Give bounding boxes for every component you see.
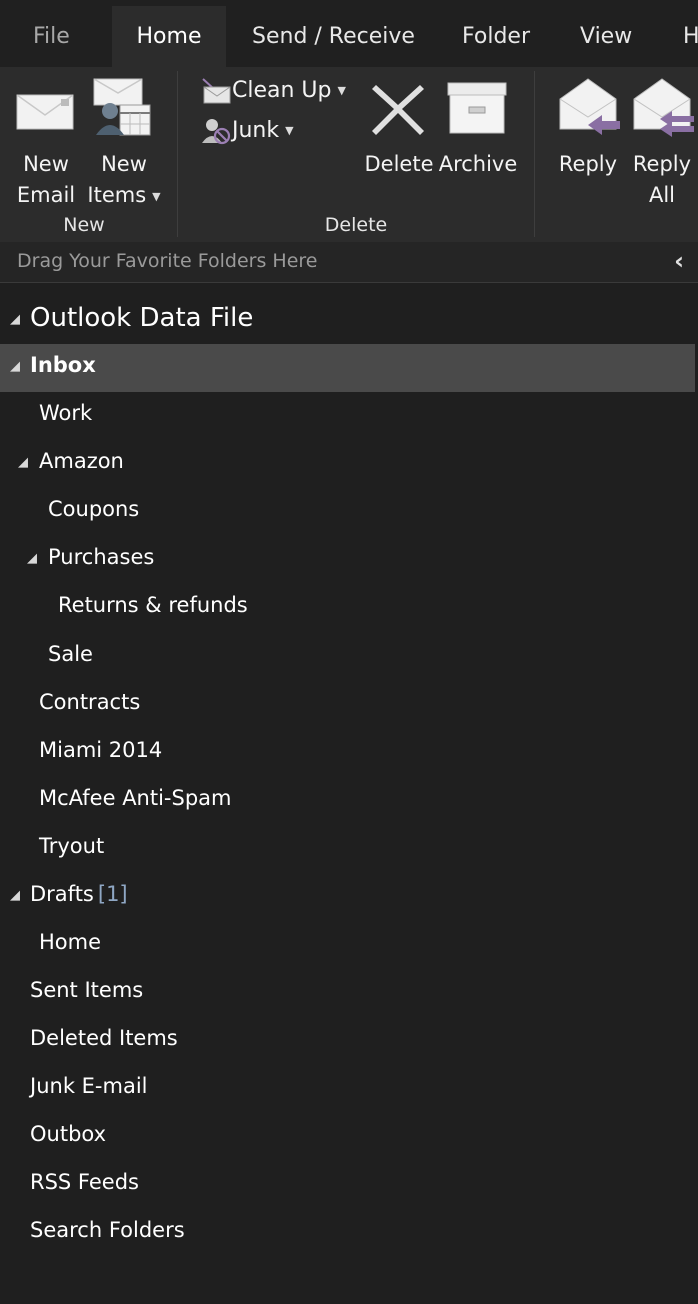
folder-label: Sale <box>48 642 93 666</box>
unread-count-badge: [1] <box>97 882 128 906</box>
ribbon-separator <box>534 71 535 237</box>
junk-button[interactable]: Junk ▼ <box>200 117 294 145</box>
dropdown-caret-icon: ▼ <box>285 124 294 137</box>
folder-contracts[interactable]: Contracts <box>0 681 695 729</box>
folder-label: Drafts <box>30 882 94 906</box>
folder-deleted-items[interactable]: Deleted Items <box>0 1017 695 1065</box>
folder-drafts[interactable]: ◢ Drafts [1] <box>0 873 695 921</box>
delete-button[interactable]: Delete <box>360 75 438 185</box>
folder-label: Purchases <box>48 545 155 569</box>
archive-button[interactable]: Archive <box>438 75 518 185</box>
expanded-triangle-icon[interactable]: ◢ <box>10 888 20 903</box>
folder-outbox[interactable]: Outbox <box>0 1113 695 1161</box>
archive-label: Archive <box>438 152 518 176</box>
clean-up-icon <box>202 78 231 104</box>
folder-label: Tryout <box>39 834 105 858</box>
clean-up-button[interactable]: Clean Up ▼ <box>200 77 346 105</box>
new-items-label-2: Items <box>87 183 147 207</box>
archive-box-icon <box>447 82 507 134</box>
tab-folder[interactable]: Folder <box>462 6 530 67</box>
reply-all-icon <box>633 78 694 137</box>
group-label-new: New <box>63 214 105 236</box>
new-email-button[interactable]: New Email <box>8 75 84 207</box>
reply-label: Reply <box>558 152 618 176</box>
new-email-label-1: New <box>23 152 69 176</box>
folder-root[interactable]: ◢ Outlook Data File <box>0 295 695 343</box>
folder-sale[interactable]: Sale <box>0 633 695 681</box>
chevron-left-icon[interactable]: ‹ <box>674 247 684 275</box>
folder-label: Outlook Data File <box>30 303 254 333</box>
envelope-icon <box>16 94 74 130</box>
reply-all-button[interactable]: Reply All <box>626 75 698 207</box>
folder-label: Deleted Items <box>30 1026 178 1050</box>
reply-all-label-1: Reply <box>632 152 692 176</box>
folder-sent-items[interactable]: Sent Items <box>0 969 695 1017</box>
folder-label: Returns & refunds <box>58 593 248 617</box>
folder-label: Search Folders <box>30 1218 185 1242</box>
folder-rss-feeds[interactable]: RSS Feeds <box>0 1161 695 1209</box>
group-label-delete: Delete <box>324 214 388 236</box>
expanded-triangle-icon[interactable]: ◢ <box>10 359 20 374</box>
folder-label: Inbox <box>30 353 96 377</box>
ribbon-separator <box>177 71 178 237</box>
folder-label: RSS Feeds <box>30 1170 139 1194</box>
folder-label: Outbox <box>30 1122 107 1146</box>
junk-icon <box>202 119 231 145</box>
delete-x-icon <box>372 85 424 135</box>
reply-button[interactable]: Reply <box>552 75 624 207</box>
folder-label: Miami 2014 <box>39 738 163 762</box>
delete-label: Delete <box>364 152 434 176</box>
folder-label: Junk E-mail <box>30 1074 148 1098</box>
folder-pane: ◢ Outlook Data File ◢ Inbox Work ◢ Amazo… <box>0 283 698 1304</box>
folder-junk-email[interactable]: Junk E-mail <box>0 1065 695 1113</box>
new-email-label-2: Email <box>16 183 76 207</box>
folder-inbox[interactable]: ◢ Inbox <box>0 344 695 392</box>
folder-returns-refunds[interactable]: Returns & refunds <box>0 584 695 632</box>
new-items-label-1: New <box>101 152 147 176</box>
folder-miami-2014[interactable]: Miami 2014 <box>0 729 695 777</box>
tab-view[interactable]: View <box>580 6 632 67</box>
clean-up-label: Clean Up <box>232 78 332 103</box>
tab-file[interactable]: File <box>33 6 70 67</box>
folder-label: McAfee Anti-Spam <box>39 786 232 810</box>
reply-all-label-2: All <box>648 183 676 207</box>
folder-mcafee-anti-spam[interactable]: McAfee Anti-Spam <box>0 777 695 825</box>
dropdown-caret-icon: ▼ <box>152 189 161 203</box>
favorites-placeholder: Drag Your Favorite Folders Here <box>17 250 318 272</box>
new-items-icon <box>93 78 151 136</box>
folder-label: Coupons <box>48 497 140 521</box>
expanded-triangle-icon[interactable]: ◢ <box>10 312 20 327</box>
reply-icon <box>559 78 620 135</box>
folder-search-folders[interactable]: Search Folders <box>0 1209 695 1257</box>
folder-tryout[interactable]: Tryout <box>0 825 695 873</box>
ribbon-tab-strip: File Home Send / Receive Folder View H <box>0 0 698 67</box>
folder-purchases[interactable]: ◢ Purchases <box>0 536 695 584</box>
ribbon: New Email New Items ▼ New Clean Up ▼ Jun… <box>0 67 698 242</box>
tab-help[interactable]: H <box>683 6 698 67</box>
folder-coupons[interactable]: Coupons <box>0 488 695 536</box>
folder-label: Work <box>39 401 93 425</box>
folder-amazon[interactable]: ◢ Amazon <box>0 440 695 488</box>
tab-home[interactable]: Home <box>112 6 226 67</box>
folder-home[interactable]: Home <box>0 921 695 969</box>
expanded-triangle-icon[interactable]: ◢ <box>18 455 28 470</box>
expanded-triangle-icon[interactable]: ◢ <box>27 551 37 566</box>
favorites-bar[interactable]: Drag Your Favorite Folders Here ‹ <box>0 242 698 283</box>
tab-send-receive[interactable]: Send / Receive <box>252 6 415 67</box>
new-items-button[interactable]: New Items ▼ <box>86 75 166 207</box>
dropdown-caret-icon: ▼ <box>337 84 346 97</box>
junk-label: Junk <box>232 118 280 143</box>
folder-work[interactable]: Work <box>0 392 695 440</box>
folder-label: Amazon <box>39 449 124 473</box>
folder-label: Contracts <box>39 690 141 714</box>
folder-label: Home <box>39 930 102 954</box>
folder-label: Sent Items <box>30 978 144 1002</box>
